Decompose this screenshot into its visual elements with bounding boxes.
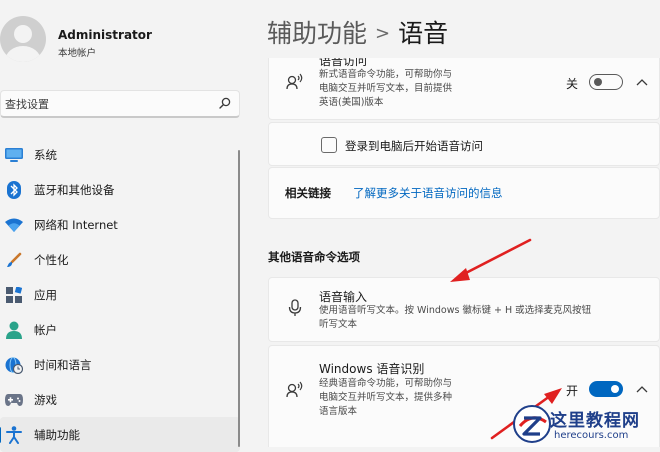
gamepad-icon — [4, 390, 24, 410]
windows-speech-desc-line: 电脑交互并听写文本，提供多种 — [319, 392, 453, 403]
sidebar-item-label: 时间和语言 — [34, 357, 92, 372]
search-icon[interactable] — [219, 97, 231, 109]
search-box[interactable] — [0, 90, 240, 118]
start-after-login-checkbox[interactable] — [321, 137, 337, 153]
user-account-type: 本地帐户 — [58, 48, 97, 59]
site-watermark: 这里教程网 herecours.com — [512, 402, 660, 447]
sidebar-item-time-language[interactable]: 时间和语言 — [0, 347, 240, 382]
sidebar-nav: 系统 蓝牙和其他设备 网络和 Internet 个性化 应用 帐户 时间和语言 … — [0, 137, 240, 452]
sidebar-item-label: 网络和 Internet — [34, 217, 118, 232]
toggle-knob — [594, 78, 602, 86]
monitor-icon — [4, 145, 24, 165]
voice-access-title: 语音访问 — [319, 54, 368, 68]
start-after-login-label[interactable]: 登录到电脑后开始语音访问 — [345, 138, 483, 154]
speech-recognition-icon — [286, 381, 303, 398]
voice-typing-title: 语音输入 — [319, 290, 368, 304]
page-title: 辅助功能 > 语音 — [267, 14, 448, 50]
sidebar-scrollbar[interactable] — [238, 150, 240, 447]
sidebar-item-label: 蓝牙和其他设备 — [34, 182, 115, 197]
chevron-up-icon[interactable] — [636, 385, 648, 393]
windows-speech-description: 经典语音命令功能，可帮助你与 电脑交互并听写文本，提供多种 语言版本 — [319, 377, 489, 419]
sidebar-item-label: 系统 — [34, 147, 57, 162]
chevron-up-icon[interactable] — [636, 78, 648, 86]
sidebar-item-personalization[interactable]: 个性化 — [0, 242, 240, 277]
voice-typing-desc-line: 使用语音听写文本。按 Windows 徽标键 + H 或选择麦克风按钮 — [319, 305, 592, 316]
sidebar-item-label: 应用 — [34, 287, 57, 302]
voice-typing-description: 使用语音听写文本。按 Windows 徽标键 + H 或选择麦克风按钮 听写文本 — [319, 304, 649, 332]
learn-more-voice-access-link[interactable]: 了解更多关于语音访问的信息 — [353, 185, 503, 201]
voice-access-desc-line: 英语(美国)版本 — [319, 97, 384, 108]
voice-typing-desc-line: 听写文本 — [319, 319, 358, 330]
voice-typing-card[interactable]: 语音输入 使用语音听写文本。按 Windows 徽标键 + H 或选择麦克风按钮… — [268, 277, 660, 342]
windows-speech-toggle[interactable] — [589, 381, 623, 397]
start-after-login-card: 登录到电脑后开始语音访问 — [268, 122, 660, 166]
sidebar-item-system[interactable]: 系统 — [0, 137, 240, 172]
sidebar-item-accounts[interactable]: 帐户 — [0, 312, 240, 347]
voice-access-toggle[interactable] — [589, 74, 623, 90]
bluetooth-icon — [4, 180, 24, 200]
sidebar-item-network[interactable]: 网络和 Internet — [0, 207, 240, 242]
voice-access-desc-line: 新式语音命令功能，可帮助你与 — [319, 69, 453, 80]
toggle-knob — [611, 385, 619, 393]
brush-icon — [4, 250, 24, 270]
wifi-icon — [4, 215, 24, 235]
voice-access-icon — [286, 73, 303, 90]
search-input[interactable] — [5, 95, 205, 113]
related-links-card: 相关链接 了解更多关于语音访问的信息 — [268, 167, 660, 219]
watermark-title: 这里教程网 — [550, 411, 640, 431]
sidebar-item-gaming[interactable]: 游戏 — [0, 382, 240, 417]
user-name: Administrator — [58, 28, 152, 42]
avatar-head-shape — [14, 25, 32, 43]
voice-access-toggle-label: 关 — [566, 77, 579, 91]
sidebar-item-label: 游戏 — [34, 392, 57, 407]
windows-speech-desc-line: 语言版本 — [319, 406, 358, 417]
windows-speech-title: Windows 语音识别 — [319, 362, 425, 376]
site-logo-icon — [513, 405, 551, 443]
accessibility-icon — [4, 425, 24, 445]
avatar-body-shape — [5, 46, 41, 62]
breadcrumb-current: 语音 — [398, 19, 449, 48]
voice-access-desc-line: 电脑交互并听写文本，目前提供 — [319, 83, 453, 94]
breadcrumb-chevron-icon: > — [375, 23, 391, 44]
voice-access-description: 新式语音命令功能，可帮助你与 电脑交互并听写文本，目前提供 英语(美国)版本 — [319, 68, 489, 110]
sidebar-item-label: 辅助功能 — [34, 427, 80, 442]
sidebar-item-apps[interactable]: 应用 — [0, 277, 240, 312]
apps-icon — [4, 285, 24, 305]
sidebar-item-label: 帐户 — [34, 322, 57, 337]
windows-speech-desc-line: 经典语音命令功能，可帮助你与 — [319, 378, 453, 389]
sidebar-item-label: 个性化 — [34, 252, 69, 267]
person-icon — [4, 320, 24, 340]
breadcrumb-parent[interactable]: 辅助功能 — [267, 19, 367, 48]
watermark-url: herecours.com — [554, 430, 629, 441]
other-voice-options-heading: 其他语音命令选项 — [268, 250, 360, 264]
avatar[interactable] — [0, 16, 46, 62]
voice-access-card: 语音访问 新式语音命令功能，可帮助你与 电脑交互并听写文本，目前提供 英语(美国… — [268, 58, 660, 120]
globe-clock-icon — [4, 355, 24, 375]
related-links-title: 相关链接 — [285, 186, 331, 200]
sidebar: Administrator 本地帐户 系统 蓝牙和其他设备 网络和 Intern… — [0, 0, 248, 452]
microphone-icon — [288, 299, 302, 316]
sidebar-item-bluetooth[interactable]: 蓝牙和其他设备 — [0, 172, 240, 207]
windows-speech-toggle-label: 开 — [566, 384, 579, 398]
